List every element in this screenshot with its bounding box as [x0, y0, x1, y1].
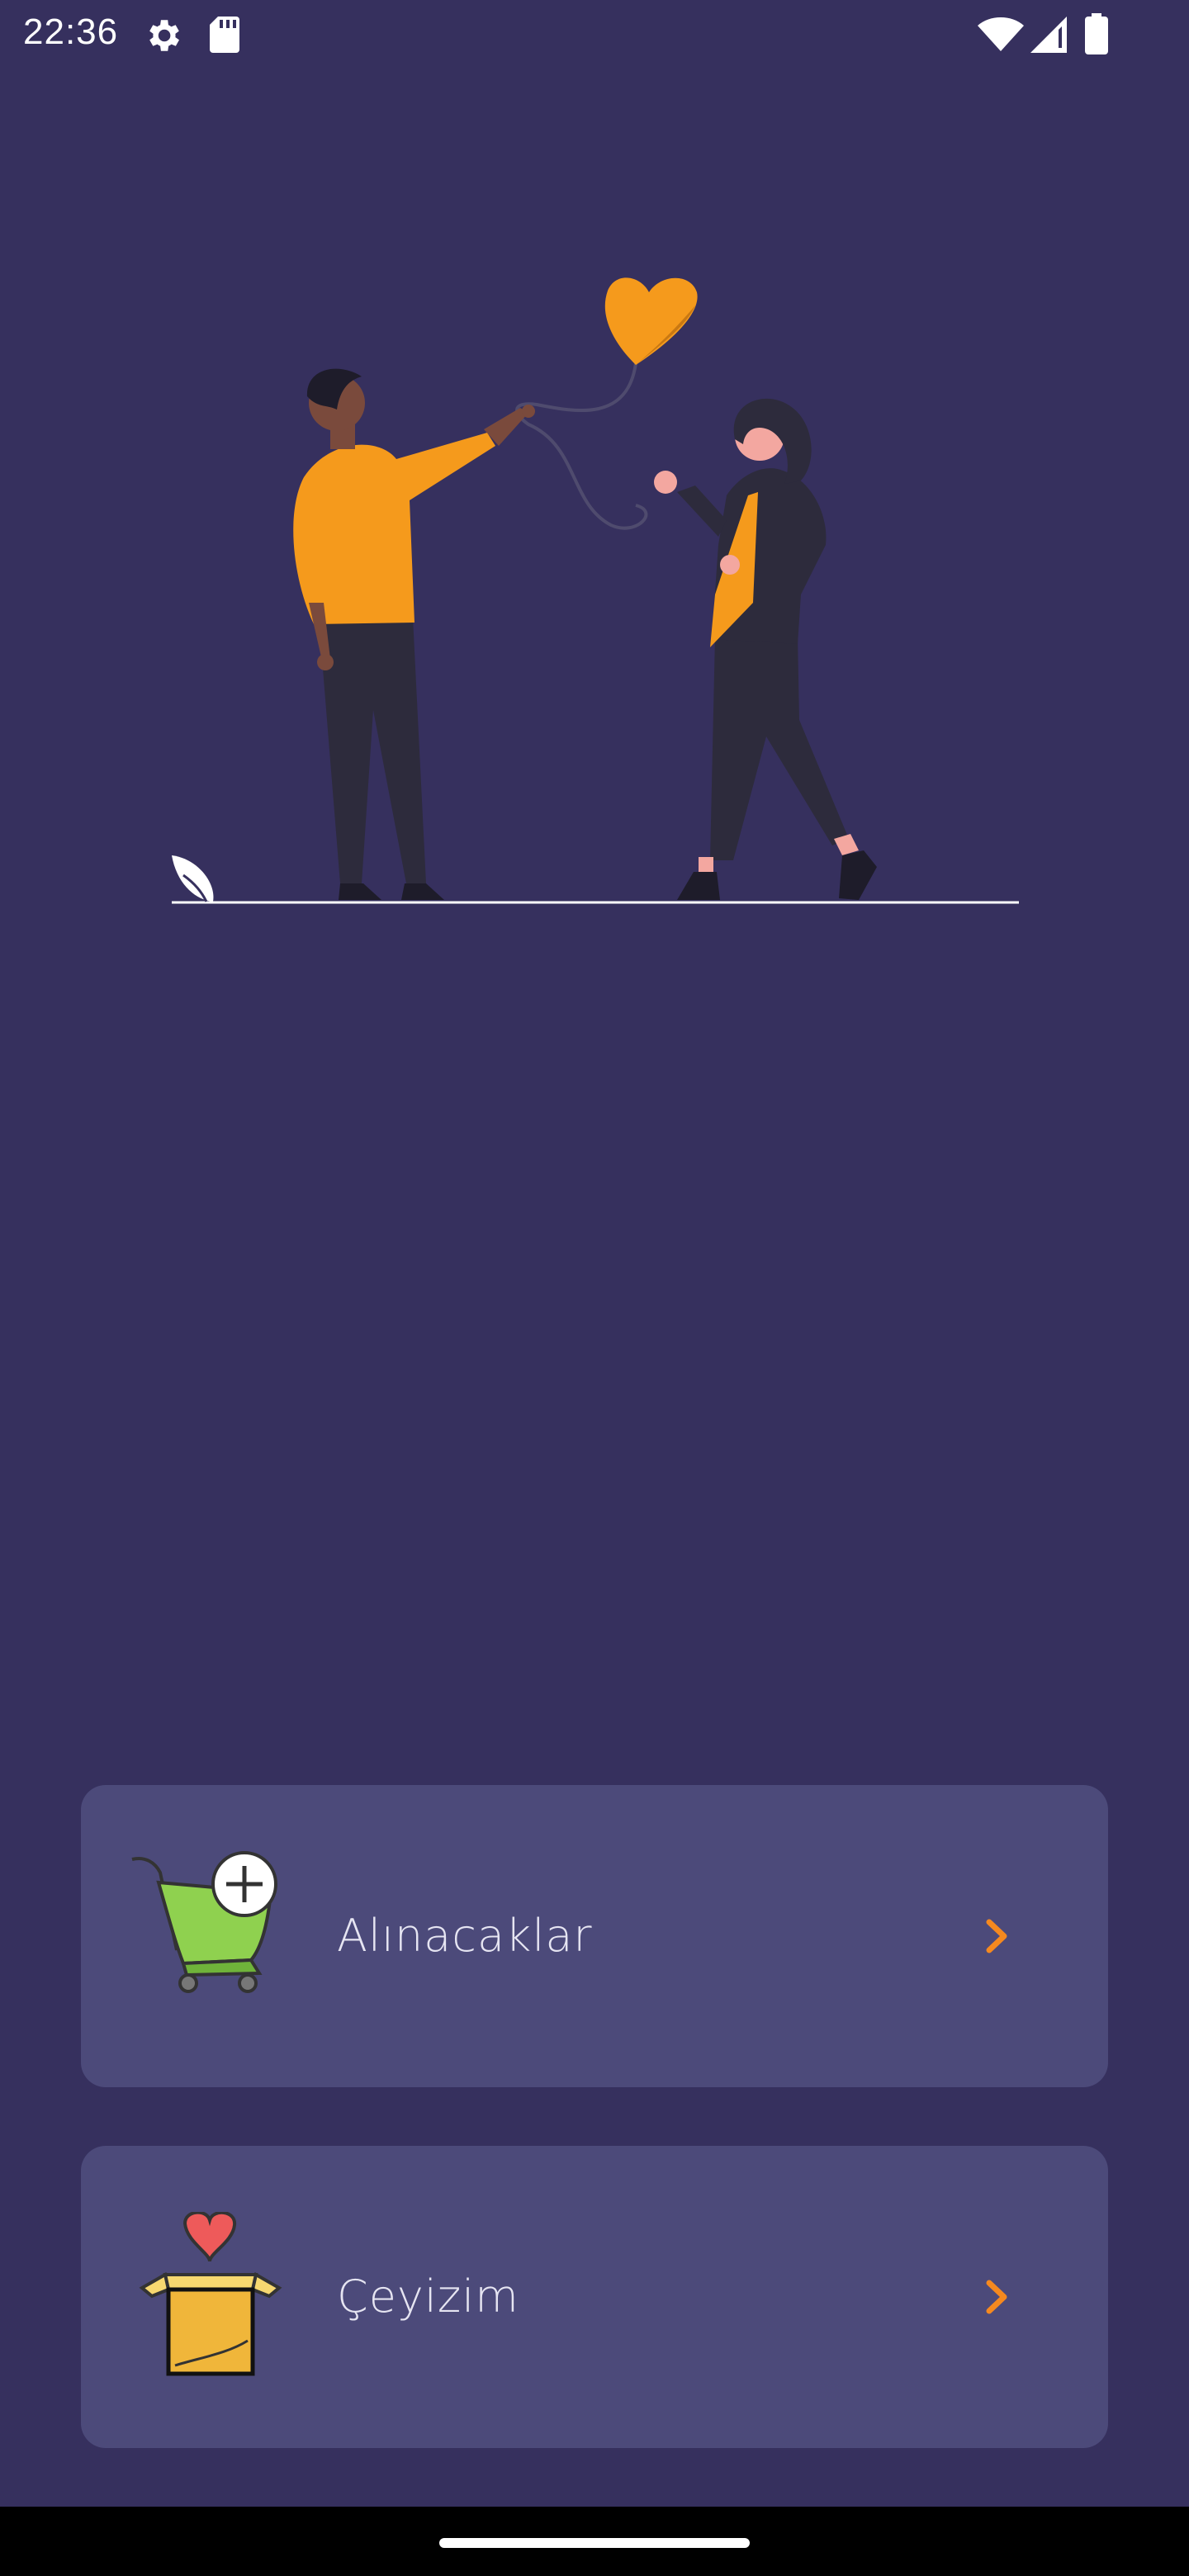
navigation-bar	[0, 2507, 1189, 2576]
menu-item-label: Alınacaklar	[337, 1910, 593, 1962]
status-time: 22:36	[23, 12, 119, 52]
menu-item-label: Çeyizim	[337, 2271, 519, 2323]
cellular-signal-icon	[1030, 17, 1067, 57]
chevron-right-icon	[978, 1915, 1019, 1957]
menu-item-alinacaklar[interactable]: Alınacaklar	[81, 1785, 1108, 2087]
couple-with-heart-balloon-icon	[172, 277, 1019, 904]
chevron-right-icon	[978, 2276, 1019, 2318]
sd-card-icon	[208, 15, 241, 59]
wifi-icon	[978, 17, 1024, 57]
gift-box-heart-icon	[127, 2210, 284, 2385]
shopping-cart-add-icon	[127, 1851, 284, 2024]
settings-gear-icon	[142, 15, 183, 60]
menu-item-ceyizim[interactable]: Çeyizim	[81, 2146, 1108, 2448]
couple-illustration	[0, 248, 1189, 925]
status-bar: 22:36	[0, 0, 1189, 69]
battery-icon	[1085, 13, 1108, 59]
home-indicator[interactable]	[439, 2538, 750, 2548]
